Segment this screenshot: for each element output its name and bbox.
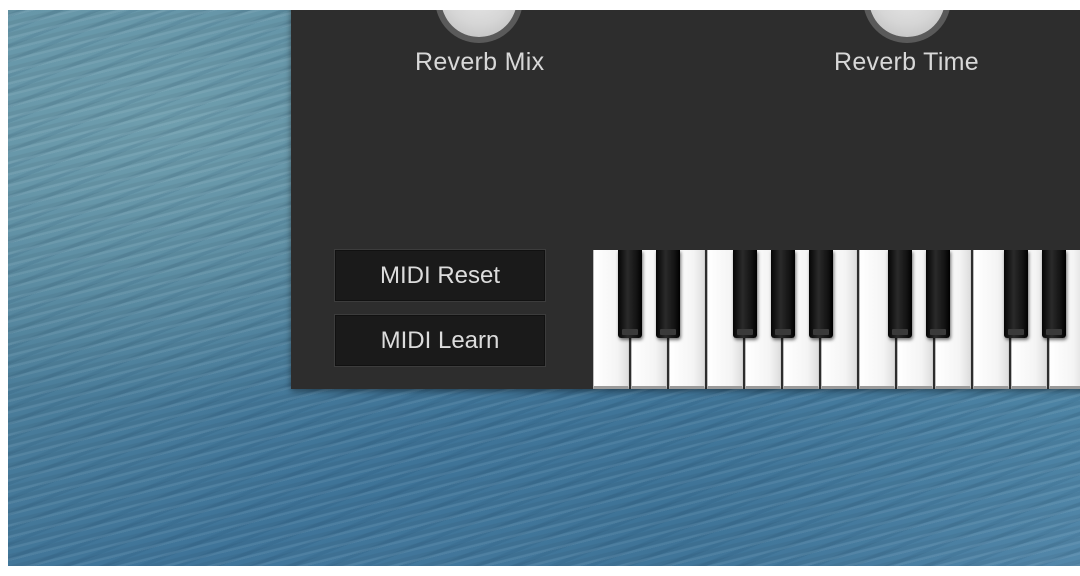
black-key[interactable] <box>618 250 642 338</box>
piano-keyboard[interactable] <box>593 250 1080 389</box>
reverb-mix-label: Reverb Mix <box>415 48 545 76</box>
reverb-time-knob[interactable] <box>869 10 945 37</box>
black-key[interactable] <box>926 250 950 338</box>
black-key[interactable] <box>771 250 795 338</box>
black-key[interactable] <box>809 250 833 338</box>
midi-reset-button[interactable]: MIDI Reset <box>334 249 546 302</box>
black-key[interactable] <box>888 250 912 338</box>
black-key[interactable] <box>656 250 680 338</box>
black-key[interactable] <box>1042 250 1066 338</box>
desktop-wallpaper: Reverb Mix Reverb Time MIDI Reset MIDI L… <box>8 10 1080 566</box>
black-key[interactable] <box>1004 250 1028 338</box>
black-key[interactable] <box>733 250 757 338</box>
reverb-time-label: Reverb Time <box>834 48 980 76</box>
midi-learn-button[interactable]: MIDI Learn <box>334 314 546 367</box>
plugin-panel: Reverb Mix Reverb Time MIDI Reset MIDI L… <box>291 10 1080 389</box>
reverb-mix-knob[interactable] <box>441 10 517 37</box>
